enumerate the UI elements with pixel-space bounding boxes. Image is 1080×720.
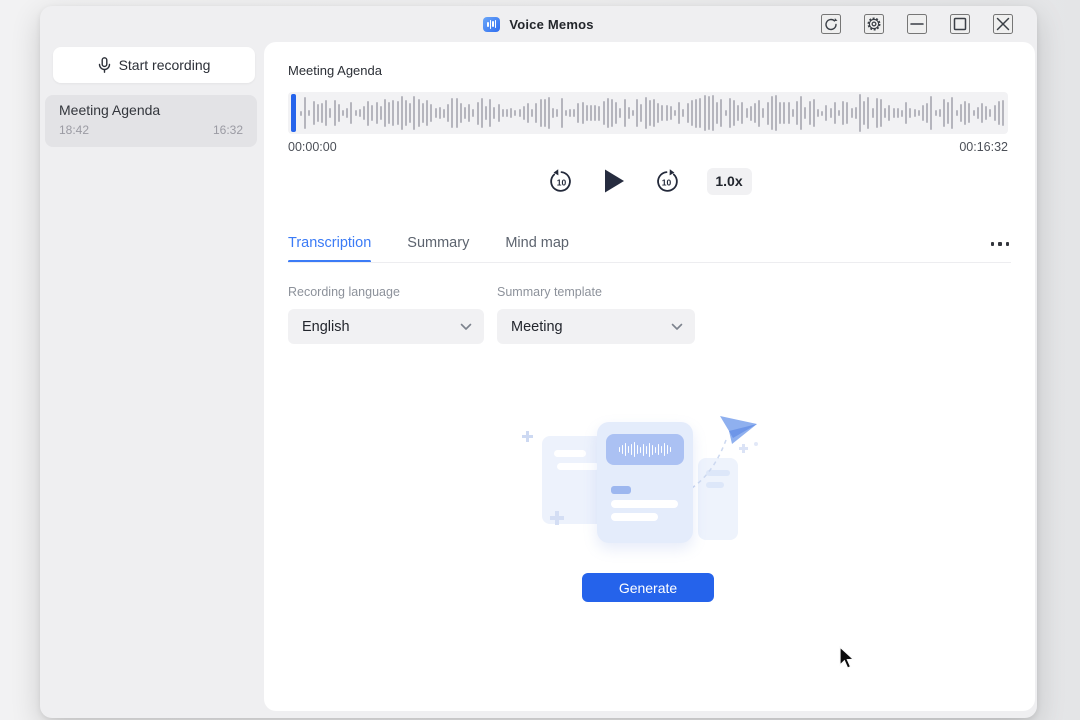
close-icon: [996, 17, 1010, 31]
settings-button[interactable]: [864, 14, 884, 34]
recording-language-value: English: [302, 318, 350, 335]
summary-template-value: Meeting: [511, 318, 563, 335]
elapsed-time: 00:00:00: [288, 140, 337, 154]
start-recording-button[interactable]: Start recording: [53, 47, 255, 83]
waveform-bars: [300, 92, 1004, 134]
main-panel: Meeting Agenda 00:00:00 00:16:32 10 10 1…: [264, 42, 1035, 711]
chevron-down-icon: [460, 323, 472, 330]
forward-10-icon: 10: [656, 168, 678, 192]
rewind-10-button[interactable]: 10: [548, 168, 575, 195]
minimize-icon: [910, 23, 924, 25]
desktop: { "titlebar": { "app_title": "Voice Memo…: [0, 0, 1080, 720]
recording-language-select[interactable]: English: [288, 309, 484, 344]
ellipsis-icon: [990, 242, 994, 246]
sidebar: Start recording Meeting Agenda 18:42 16:…: [40, 42, 264, 718]
time-row: 00:00:00 00:16:32: [288, 140, 1008, 154]
summary-template-label: Summary template: [497, 285, 602, 299]
voice-memos-window: Voice Memos Start recording Meeting Agen…: [40, 6, 1037, 718]
tab-bar: Transcription Summary Mind map: [288, 235, 569, 263]
titlebar[interactable]: Voice Memos: [40, 6, 1037, 42]
tab-transcription[interactable]: Transcription: [288, 235, 372, 263]
forward-10-button[interactable]: 10: [653, 168, 680, 195]
illustration-text-line: [611, 513, 658, 521]
recording-item-time: 18:42: [59, 123, 90, 137]
more-options-button[interactable]: [987, 238, 1014, 250]
settings-gear-icon: [867, 17, 881, 31]
titlebar-title-group: Voice Memos: [483, 16, 594, 32]
illustration-chip: [611, 486, 631, 494]
playback-speed-button[interactable]: 1.0x: [706, 167, 752, 195]
tab-mind-map[interactable]: Mind map: [505, 235, 569, 263]
generate-button[interactable]: Generate: [582, 573, 714, 602]
playback-controls: 10 10 1.0x: [264, 166, 1035, 196]
minimize-button[interactable]: [907, 14, 927, 34]
illustration-note-card: [597, 422, 693, 543]
refresh-icon: [825, 17, 838, 30]
illustration-text-line: [611, 500, 678, 508]
app-title: Voice Memos: [509, 16, 594, 32]
maximize-button[interactable]: [950, 14, 970, 34]
recording-item-meta: 18:42 16:32: [59, 123, 243, 137]
summary-template-select[interactable]: Meeting: [497, 309, 695, 344]
microphone-icon: [98, 57, 110, 73]
app-logo-icon: [483, 16, 501, 32]
playhead[interactable]: [291, 94, 296, 132]
recording-item-title: Meeting Agenda: [59, 102, 161, 118]
rewind-10-icon: 10: [549, 168, 571, 192]
player-recording-title: Meeting Agenda: [288, 63, 382, 78]
chevron-down-icon: [671, 323, 683, 330]
svg-text:10: 10: [661, 177, 671, 187]
recording-list-item-selected[interactable]: Meeting Agenda 18:42 16:32: [45, 95, 257, 147]
tab-summary[interactable]: Summary: [407, 235, 469, 263]
close-button[interactable]: [993, 14, 1013, 34]
empty-state-illustration: [520, 400, 780, 560]
svg-text:10: 10: [556, 177, 566, 187]
total-time: 00:16:32: [959, 140, 1008, 154]
maximize-icon: [953, 17, 967, 31]
waveform-seekbar[interactable]: [288, 92, 1008, 134]
recording-language-label: Recording language: [288, 285, 400, 299]
recording-item-duration: 16:32: [212, 123, 243, 137]
play-icon: [604, 169, 624, 193]
titlebar-buttons: [821, 6, 1013, 42]
mouse-cursor: [839, 646, 855, 669]
refresh-button[interactable]: [821, 14, 841, 34]
start-recording-label: Start recording: [118, 57, 211, 73]
illustration-waveform-badge: [606, 434, 684, 465]
play-button[interactable]: [602, 168, 626, 194]
tab-divider: [288, 262, 1011, 263]
